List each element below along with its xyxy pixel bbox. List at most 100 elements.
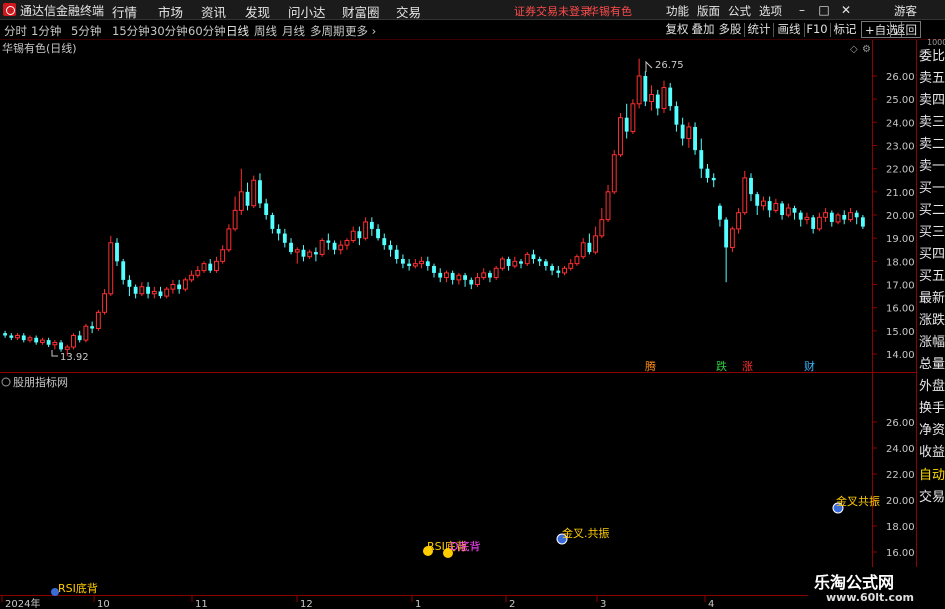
candle-body-up xyxy=(238,191,244,211)
menu-caifuquan[interactable]: 财富圈 xyxy=(342,2,380,21)
side-auto-trade-2[interactable]: 交易 xyxy=(919,486,945,506)
side-sell4[interactable]: 卖四 xyxy=(919,89,945,109)
event-marker-cai[interactable]: 财 xyxy=(804,359,815,373)
menu-wenxiaoda[interactable]: 问小达 xyxy=(288,2,326,21)
menu-xuanxiang[interactable]: 选项 xyxy=(759,3,782,19)
menu-jiaoyi[interactable]: 交易 xyxy=(396,2,421,21)
watermark-url: www.60lt.com xyxy=(826,591,915,604)
side-outer-disk[interactable]: 外盘 xyxy=(919,375,945,395)
period-fenshi[interactable]: 分时 xyxy=(4,23,27,39)
time-tick-label: 12 xyxy=(300,599,313,609)
candle-body-down xyxy=(469,279,474,285)
candle-body-down xyxy=(450,272,455,280)
menu-shichang[interactable]: 市场 xyxy=(158,2,183,21)
candle-body-down xyxy=(332,242,337,250)
candle-body-down xyxy=(655,94,660,109)
tool-f10[interactable]: F10 xyxy=(806,21,828,38)
signal-golden-cross-resonance: 金叉共振 xyxy=(836,494,880,508)
period-daily[interactable]: 日线 xyxy=(226,23,249,39)
period-more[interactable]: 更多 › xyxy=(345,23,376,39)
candle-body-down xyxy=(21,335,26,341)
candle-body-down xyxy=(537,259,542,262)
signal-rsi-divergence-early: RSI底背 xyxy=(58,581,98,595)
side-net-assets[interactable]: 净资 xyxy=(919,419,945,439)
side-buy4[interactable]: 买四 xyxy=(919,243,945,263)
time-tick-label: 10 xyxy=(97,599,110,609)
menu-gongshi[interactable]: 公式 xyxy=(728,3,751,19)
menu-gongneng[interactable]: 功能 xyxy=(666,3,689,19)
candle-body-up xyxy=(182,279,188,290)
period-15min[interactable]: 15分钟 xyxy=(112,23,150,39)
period-5min[interactable]: 5分钟 xyxy=(71,23,101,39)
side-latest[interactable]: 最新 xyxy=(919,287,945,307)
candle-body-up xyxy=(574,256,580,265)
tool-diejia[interactable]: 叠加 xyxy=(690,21,716,38)
candle-body-up xyxy=(605,191,611,221)
kline-chart[interactable]: 华锡有色(日线) ◇ ⚙ 股朋指标网 26.0025.0024.0023.002… xyxy=(0,40,916,609)
side-earnings[interactable]: 收益 xyxy=(919,441,945,461)
side-sell1[interactable]: 卖一 xyxy=(919,155,945,175)
side-turnover[interactable]: 换手 xyxy=(919,397,945,417)
period-60min[interactable]: 60分钟 xyxy=(188,23,226,39)
panel-diamond-icon[interactable]: ◇ xyxy=(850,44,858,55)
candle-body-up xyxy=(319,239,325,255)
period-30min[interactable]: 30分钟 xyxy=(150,23,188,39)
candle-body-down xyxy=(767,201,772,211)
indicator-dropdown-icon[interactable] xyxy=(1,377,11,387)
period-weekly[interactable]: 周线 xyxy=(254,23,277,39)
side-buy2[interactable]: 买二 xyxy=(919,199,945,219)
tool-biaoji[interactable]: 标记 xyxy=(832,21,858,38)
tool-fuquan[interactable]: 复权 xyxy=(664,21,690,38)
side-weibi[interactable]: 委比 xyxy=(919,45,945,65)
event-marker-teng[interactable]: 腾 xyxy=(645,359,656,373)
candle-body-up xyxy=(823,212,829,218)
candle-body-up xyxy=(804,216,810,221)
menu-zixun[interactable]: 资讯 xyxy=(201,2,226,21)
tool-back[interactable]: 返回 xyxy=(890,21,921,38)
period-1min[interactable]: 1分钟 xyxy=(31,23,61,39)
event-marker-zhang[interactable]: 涨 xyxy=(742,360,753,373)
menu-bar: 通达信金融终端 行情 市场 资讯 发现 问小达 财富圈 交易 证券交易未登录 华… xyxy=(0,0,945,20)
candle-body-up xyxy=(618,117,623,156)
side-sell2[interactable]: 卖二 xyxy=(919,133,945,153)
close-button[interactable]: ✕ xyxy=(838,2,854,18)
tool-duogu[interactable]: 多股 xyxy=(717,21,743,38)
price-tick-label: 18.00 xyxy=(886,257,915,268)
candle-body-up xyxy=(580,242,586,258)
login-notice[interactable]: 证券交易未登录 xyxy=(514,3,591,19)
event-marker-die[interactable]: 跌 xyxy=(716,359,727,373)
side-change[interactable]: 涨跌 xyxy=(919,309,945,329)
panel-settings-icon[interactable]: ⚙ xyxy=(862,44,871,55)
side-sell5[interactable]: 卖五 xyxy=(919,67,945,87)
candle-body-up xyxy=(232,209,238,230)
side-sell3[interactable]: 卖三 xyxy=(919,111,945,131)
tool-huaxian[interactable]: 画线 xyxy=(776,21,802,38)
side-buy5[interactable]: 买五 xyxy=(919,265,945,285)
menu-hangqing[interactable]: 行情 xyxy=(112,2,137,21)
indicator-tick-label: 22.00 xyxy=(886,470,915,481)
guest-label[interactable]: 游客 xyxy=(894,3,917,19)
chart-grid xyxy=(0,40,916,609)
maximize-button[interactable]: □ xyxy=(816,2,832,18)
price-tick-label: 23.00 xyxy=(886,142,915,153)
candle-body-down xyxy=(798,212,803,220)
candle-body-up xyxy=(102,293,107,313)
period-monthly[interactable]: 月线 xyxy=(282,23,305,39)
minimize-button[interactable]: – xyxy=(794,2,810,18)
candle-body-up xyxy=(39,339,45,343)
candle-body-up xyxy=(785,207,791,216)
side-volume[interactable]: 总量 xyxy=(919,353,945,373)
side-buy1[interactable]: 买一 xyxy=(919,177,945,197)
menu-banmian[interactable]: 版面 xyxy=(697,3,720,19)
tool-tongji[interactable]: 统计 xyxy=(746,21,772,38)
price-tick-label: 24.00 xyxy=(886,118,915,129)
period-multi[interactable]: 多周期 xyxy=(310,23,345,39)
menu-faxian[interactable]: 发现 xyxy=(245,2,270,21)
candle-body-up xyxy=(226,228,232,251)
candle-body-up xyxy=(251,179,257,207)
candle-body-down xyxy=(208,263,213,271)
side-change-pct[interactable]: 涨幅 xyxy=(919,331,945,351)
side-buy3[interactable]: 买三 xyxy=(919,221,945,241)
side-auto-trade-1[interactable]: 自动 xyxy=(919,464,945,484)
candle-body-up xyxy=(294,249,300,253)
